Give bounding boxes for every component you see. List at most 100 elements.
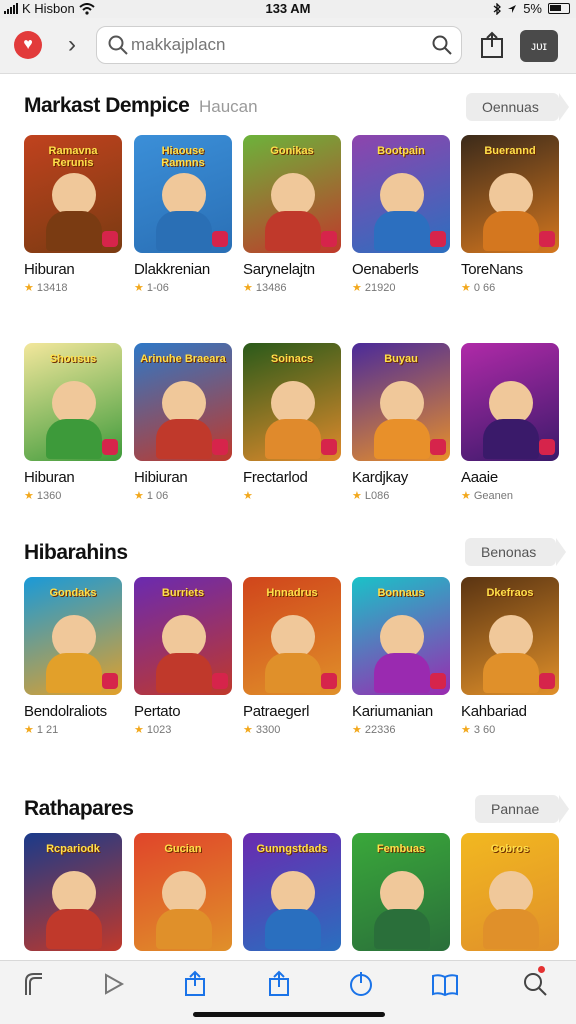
character-body (265, 653, 321, 693)
app-thumbnail[interactable]: Rcpariodk (24, 833, 122, 951)
search-input[interactable] (131, 33, 411, 57)
favorite-heart-icon[interactable]: ♥ (14, 31, 42, 59)
app-card[interactable]: Bonnaus Kariumanian ★ 22336 (352, 577, 450, 736)
app-card[interactable]: Hnnadrus Patraegerl ★ 3300 (243, 577, 341, 736)
app-card[interactable]: Arinuhe Braeara Hibiuran ★ 1 06 (134, 343, 232, 502)
see-all-button[interactable]: Benonas (465, 538, 567, 566)
app-thumbnail[interactable]: Gunngstdads (243, 833, 341, 951)
app-card[interactable]: Gondaks Bendolraliots ★ 1 21 (24, 577, 122, 736)
app-thumbnail[interactable]: Hnnadrus (243, 577, 341, 695)
star-icon: ★ (243, 490, 253, 502)
see-all-button[interactable]: Pannae (475, 795, 570, 823)
app-card[interactable]: Gunngstdads (243, 833, 341, 962)
app-thumbnail[interactable]: Soinacs (243, 343, 341, 461)
app-card[interactable]: Gucian (134, 833, 232, 962)
app-name: Kardjkay (352, 469, 408, 486)
app-badge-icon (539, 231, 555, 247)
share-icon[interactable] (478, 30, 506, 60)
thumbnail-art-text: Hiaouse Ramnns (161, 145, 205, 169)
thumbnail-art-text: Rcpariodk (46, 843, 100, 855)
app-card[interactable]: Bootpain Oenaberls ★ 21920 (352, 135, 450, 294)
app-thumbnail[interactable]: Shousus (24, 343, 122, 461)
app-card[interactable]: Cobros (461, 833, 559, 962)
star-icon: ★ (134, 724, 144, 736)
app-thumbnail[interactable]: Cobros (461, 833, 559, 951)
play-icon[interactable] (98, 969, 128, 999)
app-badge-icon (212, 231, 228, 247)
star-icon: ★ (352, 490, 362, 502)
app-thumbnail[interactable]: Fembuas (352, 833, 450, 951)
app-thumbnail[interactable]: Dkefraos (461, 577, 559, 695)
thumbnail-art-text: Ramavna Rerunis (48, 145, 98, 169)
rating-value: L086 (364, 490, 390, 502)
chevron-right-icon[interactable]: › (62, 30, 82, 60)
app-card[interactable]: Aaaie ★ Geanen (461, 343, 559, 502)
thumbnail-art-text: Hnnadrus (266, 587, 318, 599)
star-icon: ★ (243, 724, 253, 736)
character-body (483, 419, 539, 459)
app-card[interactable]: Shousus Hiburan ★ 1360 (24, 343, 122, 502)
app-card[interactable]: Buyau Kardjkay ★ L086 (352, 343, 450, 502)
app-thumbnail[interactable]: Arinuhe Braeara (134, 343, 232, 461)
app-card[interactable]: Soinacs Frectarlod ★ (243, 343, 341, 502)
thumbnail-art-text: Gonikas (270, 145, 314, 157)
app-card[interactable]: Dkefraos Kahbariad ★ 3 60 (461, 577, 559, 736)
search-submit-icon[interactable] (431, 34, 453, 56)
app-thumbnail[interactable]: Bonnaus (352, 577, 450, 695)
app-card[interactable]: Ramavna Rerunis Hiburan ★ 13418 (24, 135, 122, 294)
app-name: Frectarlod (243, 469, 308, 486)
section-title: Markast Dempice (24, 94, 190, 117)
app-card[interactable]: Fembuas (352, 833, 450, 962)
app-name: Aaaie (461, 469, 498, 486)
power-icon[interactable] (346, 969, 376, 999)
app-name: Hibiuran (134, 469, 188, 486)
app-name: Bendolraliots (24, 703, 107, 720)
see-all-button[interactable]: Oennuas (466, 93, 569, 121)
back-icon[interactable] (20, 969, 50, 999)
app-badge-icon (321, 439, 337, 455)
star-icon: ★ (352, 724, 362, 736)
app-card[interactable]: Rcpariodk (24, 833, 122, 962)
app-card[interactable]: Hiaouse Ramnns Dlakkrenian ★ 1-06 (134, 135, 232, 294)
thumbnail-art-text: Buyau (384, 353, 418, 365)
search-bar[interactable] (96, 26, 462, 64)
app-thumbnail[interactable]: Buyau (352, 343, 450, 461)
app-badge-icon (430, 231, 446, 247)
book-icon[interactable] (430, 969, 460, 999)
search-tab-icon[interactable] (520, 969, 550, 999)
app-name: ToreNans (461, 261, 523, 278)
rating-value: 22336 (364, 724, 396, 736)
notification-dot (538, 966, 545, 973)
app-thumbnail[interactable]: Buerannd (461, 135, 559, 253)
share-tab-icon[interactable] (180, 969, 210, 999)
app-thumbnail[interactable] (461, 343, 559, 461)
rating-value: 1 21 (36, 724, 59, 736)
character-body (374, 211, 430, 251)
section-title: Hibarahins (24, 541, 128, 564)
character-body (156, 909, 212, 949)
app-thumbnail[interactable]: Gondaks (24, 577, 122, 695)
upload-icon[interactable] (264, 969, 294, 999)
rating-value: 21920 (364, 282, 396, 294)
app-card[interactable]: Gonikas Sarynelajtn ★ 13486 (243, 135, 341, 294)
app-thumbnail[interactable]: Gonikas (243, 135, 341, 253)
app-rating: ★ 13418 (24, 281, 122, 294)
character-body (46, 653, 102, 693)
star-icon: ★ (461, 724, 471, 736)
app-thumbnail[interactable]: Gucian (134, 833, 232, 951)
app-thumbnail[interactable]: Bootpain (352, 135, 450, 253)
rating-value: 1360 (36, 490, 62, 502)
app-rating: ★ 21920 (352, 281, 450, 294)
rating-value: 13486 (255, 282, 287, 294)
app-name: Pertato (134, 703, 181, 720)
character-body (46, 909, 102, 949)
thumbnail-art-text: Gondaks (49, 587, 97, 599)
app-card[interactable]: Buerannd ToreNans ★ 0 66 (461, 135, 559, 294)
thumbnail-art-text: Gucian (164, 843, 202, 855)
app-card[interactable]: Burriets Pertato ★ 1023 (134, 577, 232, 736)
account-button[interactable]: ᴊᴜɪ (520, 30, 558, 62)
app-rating: ★ 1360 (24, 489, 122, 502)
app-thumbnail[interactable]: Hiaouse Ramnns (134, 135, 232, 253)
app-thumbnail[interactable]: Burriets (134, 577, 232, 695)
app-thumbnail[interactable]: Ramavna Rerunis (24, 135, 122, 253)
